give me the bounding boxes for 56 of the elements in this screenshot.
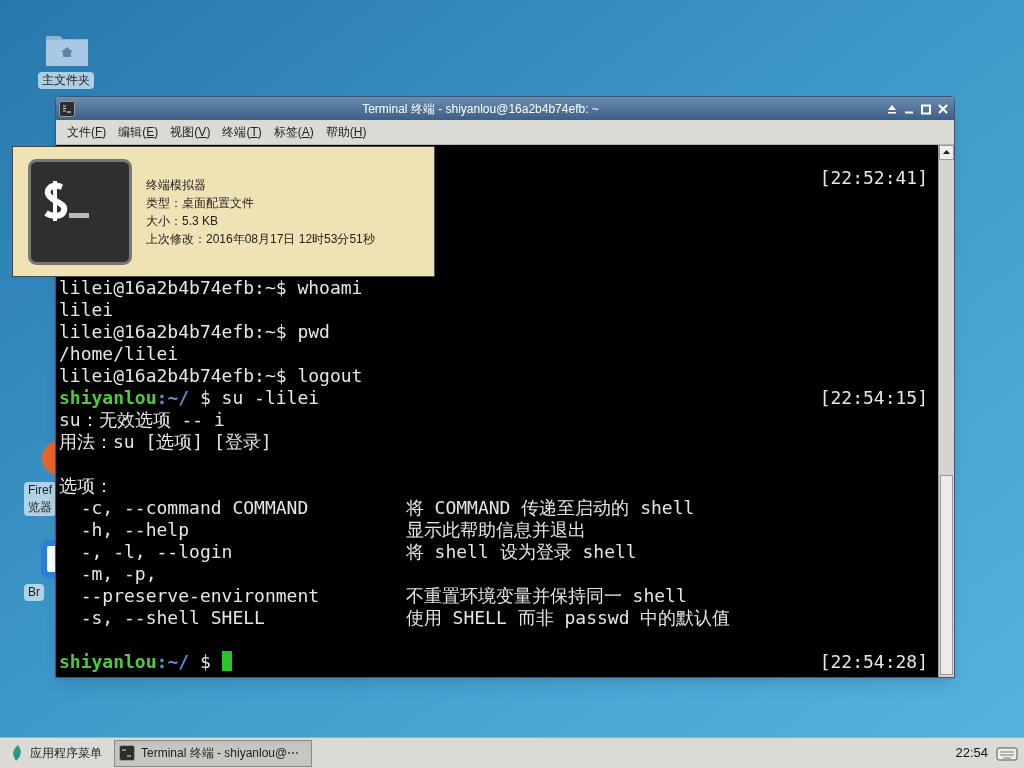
keyboard-icon[interactable] [996, 744, 1018, 762]
menu-item[interactable]: 文件(F) [67, 123, 107, 141]
scrollbar-thumb[interactable] [940, 475, 953, 675]
option-text: -m, -p, [80, 561, 158, 586]
menu-item[interactable]: 视图(V) [170, 123, 211, 141]
menu-item[interactable]: 终端(T) [222, 123, 262, 141]
option-text: -h, --help [80, 517, 191, 542]
prompt-user: shiyanlou [59, 386, 157, 410]
window-title: Terminal 终端 - shiyanlou@16a2b4b74efb: ~ [361, 100, 600, 118]
option-description: 将 COMMAND 传递至启动的 shell [405, 495, 695, 520]
tooltip-line: 类型：桌面配置文件 [146, 194, 255, 212]
terminal-output-line: 选项： [59, 473, 113, 498]
menu-item[interactable]: 标签(A) [273, 123, 314, 141]
option-description: 使用 SHELL 而非 passwd 中的默认值 [405, 605, 731, 630]
prompt-user: shiyanlou [59, 649, 157, 674]
terminal-app-icon [28, 158, 132, 265]
scrollbar[interactable] [938, 145, 954, 677]
tooltip-line: 上次修改：2016年08月17日 12时53分51秒 [146, 230, 375, 248]
task-button[interactable]: Terminal 终端 - shiyanlou@⋯ [114, 739, 312, 767]
terminal-output-line: lilei@16a2b4b74efb:~$ logout [59, 363, 363, 388]
option-description: 不重置环境变量并保持同一 shell [405, 583, 687, 608]
terminal-output-line: lilei@16a2b4b74efb:~$ pwd [59, 319, 330, 344]
option-text: -c, --command COMMAND [80, 495, 310, 520]
desktop-icon-label[interactable]: Firef 览器 [24, 482, 56, 516]
menu-item[interactable]: 帮助(H) [325, 123, 367, 141]
timestamp: [22:54:28] [819, 649, 928, 674]
option-text: -s, --shell SHELL [80, 606, 266, 630]
menu-item[interactable]: 编辑(E) [118, 123, 159, 141]
clock[interactable]: 22:54 [955, 743, 988, 763]
scroll-up-icon[interactable] [939, 145, 954, 160]
terminal-output-line: /home/lilei [59, 342, 179, 366]
prompt-path: :~/ [156, 649, 190, 674]
prompt-path: :~/ [156, 386, 190, 410]
terminal-output-line: 用法：su [选项] [登录] [59, 429, 272, 454]
timestamp: [22:52:41] [819, 165, 928, 190]
maximize-icon[interactable] [920, 102, 932, 115]
desktop-icon-label[interactable]: 主文件夹 [38, 72, 94, 89]
option-text: --preserve-environment [80, 584, 321, 608]
prompt-sign: $ [199, 386, 211, 410]
option-description: 显示此帮助信息并退出 [405, 517, 586, 542]
terminal-output-line: lilei@16a2b4b74efb:~$ whoami [59, 275, 363, 300]
terminal-icon [119, 745, 135, 761]
app-menu-button[interactable]: 应用程序菜单 [6, 744, 106, 762]
terminal-output-line: su：无效选项 -- i [59, 408, 225, 432]
prompt-sign: $ [199, 649, 211, 674]
terminal-output-line: lilei [59, 298, 114, 322]
option-text: -, -l, --login [80, 540, 234, 564]
timestamp: [22:54:15] [819, 385, 928, 410]
desktop-icon-label[interactable]: Br [24, 584, 44, 601]
terminal-icon [59, 100, 75, 117]
close-icon[interactable] [937, 102, 949, 115]
tooltip-title: 终端模拟器 [146, 176, 207, 194]
tooltip-line: 大小：5.3 KB [146, 212, 220, 230]
command-text: su -lilei [221, 386, 320, 410]
leaf-icon [10, 744, 24, 762]
option-description: 将 shell 设为登录 shell [405, 539, 637, 564]
